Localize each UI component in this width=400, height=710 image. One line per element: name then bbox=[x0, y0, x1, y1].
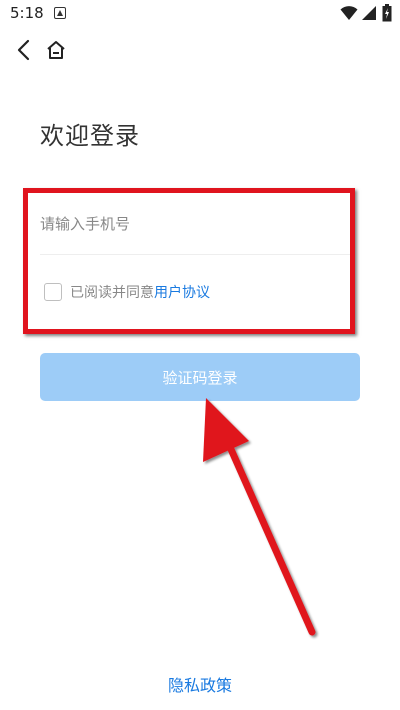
status-time: 5:18 bbox=[10, 4, 44, 22]
notification-icon bbox=[54, 7, 66, 19]
login-screen: 5:18 欢迎登录 已阅读并同意 用户协议 验 bbox=[0, 0, 400, 710]
user-agreement-link[interactable]: 用户协议 bbox=[154, 282, 210, 302]
home-icon[interactable] bbox=[44, 38, 68, 62]
wifi-icon bbox=[340, 6, 358, 20]
agree-text: 已阅读并同意 bbox=[70, 285, 154, 301]
signal-icon bbox=[362, 6, 376, 20]
agreement-row: 已阅读并同意 用户协议 bbox=[44, 281, 210, 303]
form-divider bbox=[40, 254, 350, 255]
verification-code-login-button[interactable]: 验证码登录 bbox=[40, 353, 360, 401]
status-bar: 5:18 bbox=[0, 0, 400, 28]
battery-icon bbox=[382, 4, 392, 22]
privacy-policy-link[interactable]: 隐私政策 bbox=[0, 672, 400, 696]
agree-checkbox[interactable] bbox=[44, 283, 62, 301]
back-arrow-icon[interactable] bbox=[12, 38, 36, 62]
login-form: 已阅读并同意 用户协议 bbox=[30, 190, 350, 326]
page-title: 欢迎登录 bbox=[40, 122, 140, 150]
phone-input[interactable] bbox=[40, 208, 340, 240]
